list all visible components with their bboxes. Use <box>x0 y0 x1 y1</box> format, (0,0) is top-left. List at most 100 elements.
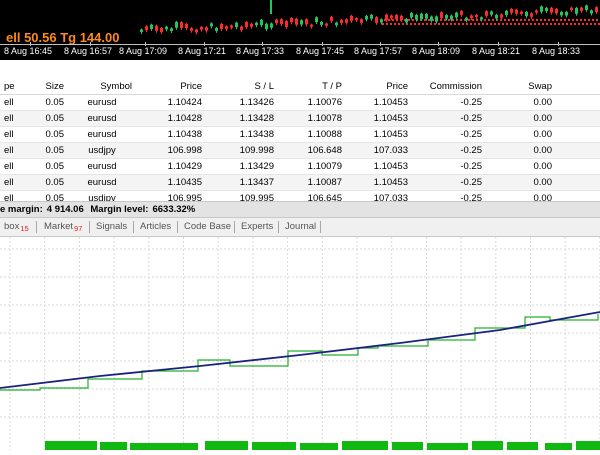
price-candle <box>470 15 473 19</box>
price-candle <box>315 17 318 23</box>
price-band-dot <box>552 19 554 21</box>
price-band-dot <box>392 19 394 21</box>
price-band-dot <box>422 23 424 25</box>
price-band-dot <box>414 23 416 25</box>
price-candle <box>480 17 483 20</box>
cell-size: 0.05 <box>26 174 68 191</box>
cell-stop-loss: 109.998 <box>206 142 278 159</box>
price-candle <box>560 11 563 16</box>
price-candle <box>530 13 533 17</box>
equity-chart <box>0 237 600 450</box>
table-header-row: pe Size Symbol Price S / L T / P Price C… <box>0 78 600 95</box>
time-axis-label: 8 Aug 16:45 <box>4 46 53 56</box>
price-band-dot <box>478 23 480 25</box>
price-candle <box>575 7 578 14</box>
table-row[interactable]: ell 0.05 eurusd 1.10428 1.13428 1.10078 1.1045… <box>0 110 600 127</box>
price-band-dot <box>442 23 444 25</box>
price-candle <box>245 21 248 28</box>
price-candle <box>295 18 298 25</box>
column-header-take-profit[interactable]: T / P <box>278 78 346 95</box>
price-candle <box>555 8 558 14</box>
price-candle <box>425 13 428 19</box>
volume-bar <box>507 442 538 450</box>
price-band-dot <box>568 19 570 21</box>
volume-bar <box>576 441 600 450</box>
tab-journal[interactable]: Journal <box>285 221 316 232</box>
column-header-commission[interactable]: Commission <box>412 78 486 95</box>
column-header-current-price[interactable]: Price <box>346 78 412 95</box>
trade-table: pe Size Symbol Price S / L T / P Price C… <box>0 78 600 207</box>
cell-type: ell <box>0 174 26 191</box>
price-candle <box>410 12 413 18</box>
price-band-dot <box>498 23 500 25</box>
column-header-swap[interactable]: Swap <box>486 78 556 95</box>
cell-swap: 0.00 <box>486 142 556 159</box>
free-margin-label: e margin: <box>0 204 43 215</box>
table-row[interactable]: ell 0.05 eurusd 1.10429 1.13429 1.10079 1.1045… <box>0 158 600 175</box>
column-header-stop-loss[interactable]: S / L <box>206 78 278 95</box>
price-candle <box>185 23 188 29</box>
price-band-dot <box>540 19 542 21</box>
price-band-dot <box>412 19 414 21</box>
tab-experts[interactable]: Experts <box>241 221 273 232</box>
price-candle <box>405 18 408 23</box>
price-band-dot <box>462 23 464 25</box>
price-candle <box>400 15 403 20</box>
price-candle <box>520 11 523 14</box>
price-band-dot <box>554 23 556 25</box>
tab-market[interactable]: Market97 <box>44 221 83 233</box>
price-candle <box>220 23 223 30</box>
price-band-dot <box>586 23 588 25</box>
tab-market-count: 97 <box>74 224 83 233</box>
price-band-dot <box>564 19 566 21</box>
tab-separator <box>36 221 37 233</box>
price-spike <box>270 0 272 14</box>
terminal-tab-bar: box15 Market97 Signals Articles Code Bas… <box>0 218 600 237</box>
price-band-dot <box>534 23 536 25</box>
cell-stop-loss: 1.13429 <box>206 158 278 175</box>
tab-mailbox[interactable]: box15 <box>4 221 29 233</box>
table-row[interactable]: ell 0.05 usdjpy 106.998 109.998 106.648 107.03… <box>0 142 600 159</box>
trade-table-body: ell 0.05 eurusd 1.10424 1.13426 1.10076 1.1045… <box>0 94 600 207</box>
tab-signals-label: Signals <box>96 221 128 232</box>
tab-signals[interactable]: Signals <box>96 221 127 232</box>
price-band-dot <box>438 23 440 25</box>
column-header-size[interactable]: Size <box>26 78 68 95</box>
table-row[interactable]: ell 0.05 eurusd 1.10438 1.13438 1.10088 1.1045… <box>0 126 600 143</box>
cell-symbol: usdjpy <box>68 142 136 159</box>
equity-chart-canvas <box>0 237 600 450</box>
column-header-type[interactable]: pe <box>0 78 26 95</box>
price-band-dot <box>410 23 412 25</box>
price-candle <box>165 26 168 30</box>
price-band-dot <box>504 19 506 21</box>
price-band-dot <box>594 23 596 25</box>
price-band-dot <box>430 23 432 25</box>
time-axis-label: 8 Aug 18:21 <box>472 46 521 56</box>
time-axis-label: 8 Aug 18:33 <box>532 46 581 56</box>
price-band-dot <box>490 23 492 25</box>
price-candle <box>215 27 218 31</box>
cell-symbol: eurusd <box>68 126 136 143</box>
price-band-dot <box>514 23 516 25</box>
tab-code-base[interactable]: Code Base <box>184 221 231 232</box>
price-band-dot <box>418 23 420 25</box>
table-row[interactable]: ell 0.05 eurusd 1.10435 1.13437 1.10087 1.1045… <box>0 174 600 191</box>
price-band-dot <box>520 19 522 21</box>
column-header-symbol[interactable]: Symbol <box>68 78 136 95</box>
margin-level-value: 6633.32% <box>152 204 196 215</box>
price-candle <box>420 13 423 20</box>
table-row[interactable]: ell 0.05 eurusd 1.10424 1.13426 1.10076 1.1045… <box>0 94 600 111</box>
column-header-open-price[interactable]: Price <box>136 78 206 95</box>
price-band-dot <box>596 19 598 21</box>
price-candle <box>375 17 378 23</box>
time-axis: 8 Aug 16:45 8 Aug 16:57 8 Aug 17:09 8 Aug 1… <box>0 42 600 60</box>
price-band-dot <box>578 23 580 25</box>
tab-articles[interactable]: Articles <box>140 221 171 232</box>
tab-separator <box>89 221 90 233</box>
cell-open-price: 106.998 <box>136 142 206 159</box>
cell-stop-loss: 1.13438 <box>206 126 278 143</box>
cell-size: 0.05 <box>26 110 68 127</box>
cell-symbol: eurusd <box>68 94 136 111</box>
price-candle <box>500 14 503 18</box>
price-band-dot <box>446 23 448 25</box>
